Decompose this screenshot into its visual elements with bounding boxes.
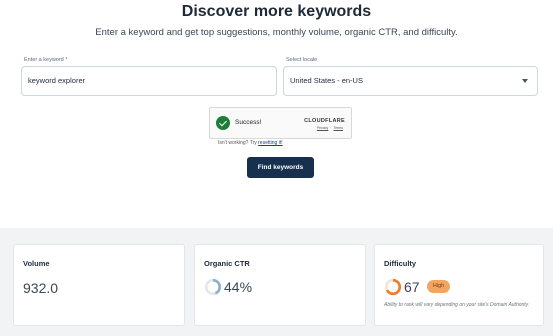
volume-card: Volume 932.0	[13, 244, 185, 326]
keyword-field-label: Enter a keyword *	[24, 57, 68, 63]
captcha-widget[interactable]: Success! CLOUDFLARE Privacy · Terms	[209, 107, 352, 139]
difficulty-card: Difficulty 67 High Ability to rank will …	[374, 244, 544, 326]
volume-value: 932.0	[23, 280, 59, 296]
captcha-status: Success!	[235, 119, 262, 126]
terms-link[interactable]: Terms	[333, 126, 343, 130]
captcha-help-text: Isn't working? Try	[218, 140, 259, 146]
privacy-link[interactable]: Privacy	[317, 126, 328, 130]
reset-captcha-link[interactable]: resetting it!	[258, 140, 282, 146]
difficulty-value: 67	[404, 279, 420, 295]
difficulty-note: Ability to rank will vary depending on y…	[384, 302, 530, 308]
difficulty-badge: High	[427, 280, 450, 293]
cloudflare-logo: CLOUDFLARE	[304, 118, 345, 124]
locale-field-label: Select locale	[286, 57, 318, 63]
difficulty-ring-icon	[384, 278, 402, 296]
keyword-field[interactable]: Enter a keyword * keyword explorer	[21, 57, 277, 96]
find-keywords-button[interactable]: Find keywords	[247, 157, 314, 178]
check-circle-icon	[216, 116, 230, 130]
captcha-help: Isn't working? Try resetting it!	[218, 140, 283, 146]
ctr-ring-icon	[204, 278, 222, 296]
difficulty-title: Difficulty	[384, 259, 417, 268]
page-subtitle: Enter a keyword and get top suggestions,…	[95, 27, 458, 38]
keyword-input[interactable]: keyword explorer	[28, 76, 85, 85]
organic-ctr-value: 44%	[224, 279, 253, 295]
page-title: Discover more keywords	[181, 3, 372, 20]
organic-ctr-title: Organic CTR	[204, 259, 250, 268]
captcha-links: Privacy · Terms	[317, 126, 343, 130]
volume-title: Volume	[23, 259, 50, 268]
locale-select[interactable]: Select locale United States - en-US	[283, 57, 538, 96]
chevron-down-icon[interactable]	[522, 79, 528, 83]
locale-value: United States - en-US	[290, 76, 363, 85]
organic-ctr-card: Organic CTR 44%	[194, 244, 366, 326]
